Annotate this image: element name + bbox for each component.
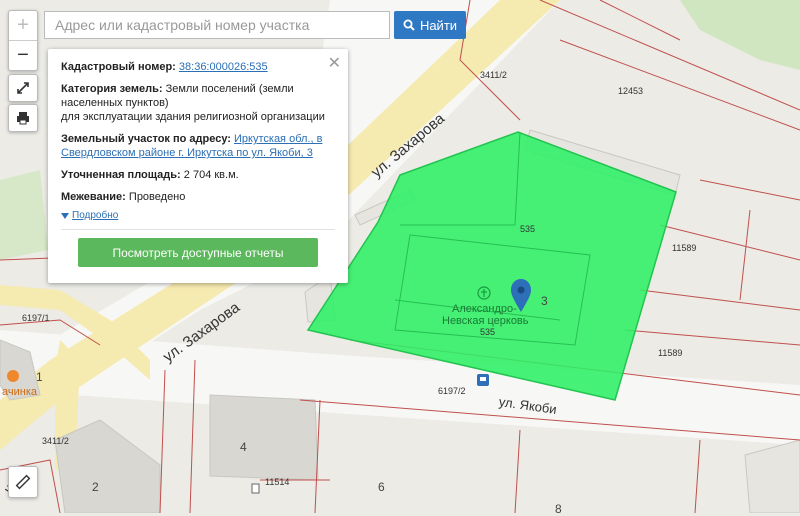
- house-number: 6: [378, 480, 385, 494]
- parcel-info-popup: ✕ Кадастровый номер: 38:36:000026:535 Ка…: [48, 49, 348, 283]
- house-number: 4: [240, 440, 247, 454]
- cafe-icon[interactable]: [7, 370, 19, 382]
- house-number: 1: [36, 370, 43, 384]
- expand-icon: [17, 82, 29, 94]
- church-label: Александро-: [452, 303, 517, 315]
- print-icon: [17, 112, 29, 125]
- land-category-purpose: для эксплуатации здания религиозной орга…: [61, 111, 325, 123]
- address-link[interactable]: Свердловском районе г. Иркутска по ул. Я…: [61, 147, 313, 159]
- zoom-out-button[interactable]: −: [9, 41, 37, 70]
- zoom-in-button[interactable]: +: [9, 11, 37, 41]
- parcel-number: 11514: [265, 477, 290, 487]
- parcel-number: 535: [520, 224, 536, 234]
- measure-button[interactable]: [8, 466, 38, 498]
- search-button-label: Найти: [419, 17, 458, 33]
- survey-value: Проведено: [128, 191, 186, 203]
- parcel-number: 535: [480, 327, 496, 337]
- print-button[interactable]: [8, 104, 38, 132]
- cadastral-number-link[interactable]: 38:36:000026:535: [179, 61, 268, 73]
- search-input[interactable]: [44, 11, 390, 39]
- land-category-value: Земли поселений (земли: [165, 83, 294, 95]
- cadastral-number-row: Кадастровый номер: 38:36:000026:535: [61, 60, 335, 74]
- building-4: [209, 394, 319, 481]
- search-button[interactable]: Найти: [394, 11, 466, 39]
- parcel-number: 11589: [672, 243, 697, 253]
- area-row: Уточненная площадь: 2 704 кв.м.: [61, 168, 335, 182]
- green-area-left: [0, 170, 48, 260]
- house-number: 3: [541, 294, 548, 308]
- parcel-number: 12453: [618, 86, 644, 96]
- land-category-value: населенных пунктов): [61, 97, 169, 109]
- cadastral-number-label: Кадастровый номер:: [61, 61, 176, 73]
- survey-label: Межевание:: [61, 191, 126, 203]
- parcel-number: 3411/2: [42, 436, 69, 446]
- fullscreen-button[interactable]: [8, 74, 38, 102]
- land-category-label: Категория земель:: [61, 83, 163, 95]
- zoom-control: + −: [8, 10, 38, 71]
- area-label: Уточненная площадь:: [61, 169, 181, 181]
- survey-row: Межевание: Проведено: [61, 190, 335, 204]
- parcel-number: 11589: [658, 348, 683, 358]
- search-icon: [403, 19, 415, 31]
- address-row: Земельный участок по адресу: Иркутская о…: [61, 132, 335, 160]
- triangle-down-icon: [61, 212, 69, 219]
- details-toggle[interactable]: Подробно: [61, 210, 335, 221]
- view-reports-button[interactable]: Посмотреть доступные отчеты: [78, 238, 318, 267]
- land-category-row: Категория земель: Земли поселений (земли…: [61, 82, 335, 124]
- house-number: 8: [555, 502, 562, 516]
- divider: [61, 229, 335, 230]
- parcel-number: 6197/1: [22, 313, 50, 323]
- address-link[interactable]: Иркутская обл., в: [234, 133, 322, 145]
- area-value: 2 704 кв.м.: [183, 169, 239, 181]
- cafe-label: ачинка: [2, 386, 37, 398]
- parcel-number: 3411/2: [480, 70, 507, 80]
- entrance-icon: [251, 483, 260, 494]
- house-number: 2: [92, 480, 99, 494]
- ruler-icon: [15, 474, 31, 490]
- parcel-number: 6197/2: [438, 386, 466, 396]
- details-link: Подробно: [72, 210, 119, 221]
- address-label: Земельный участок по адресу:: [61, 133, 231, 145]
- close-icon[interactable]: ✕: [328, 53, 341, 73]
- church-label: Невская церковь: [442, 315, 529, 327]
